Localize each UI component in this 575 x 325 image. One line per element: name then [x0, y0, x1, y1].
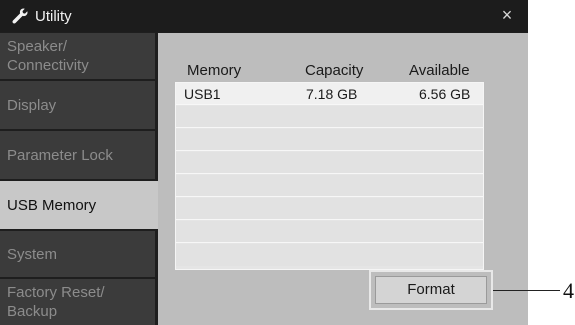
table-row[interactable]: [176, 175, 483, 197]
column-header-available: Available: [409, 62, 470, 79]
table-row[interactable]: [176, 129, 483, 151]
sidebar-item-label: Speaker/ Connectivity: [7, 38, 89, 74]
utility-window: Utility × Speaker/ Connectivity Display …: [0, 0, 528, 325]
table-row[interactable]: [176, 198, 483, 220]
capacity-cell: 7.18 GB: [306, 86, 358, 102]
callout-line: [493, 290, 560, 291]
sidebar-item-parameter-lock[interactable]: Parameter Lock: [0, 131, 155, 179]
table-row[interactable]: [176, 152, 483, 174]
table-row[interactable]: [176, 244, 483, 266]
table-row[interactable]: [176, 106, 483, 128]
sidebar-item-usb-memory[interactable]: USB Memory: [0, 181, 160, 229]
available-cell: 6.56 GB: [419, 86, 471, 102]
window-title: Utility: [35, 8, 72, 25]
sidebar-item-speaker-connectivity[interactable]: Speaker/ Connectivity: [0, 33, 155, 79]
column-header-capacity: Capacity: [305, 62, 364, 79]
sidebar-item-system[interactable]: System: [0, 231, 155, 277]
table-row[interactable]: USB1 7.18 GB 6.56 GB: [176, 83, 483, 105]
sidebar-item-label: USB Memory: [7, 196, 97, 214]
memory-table: USB1 7.18 GB 6.56 GB: [175, 82, 484, 270]
memory-cell: USB1: [184, 86, 221, 102]
column-header-memory: Memory: [187, 62, 242, 79]
table-row[interactable]: [176, 221, 483, 243]
sidebar-item-label: Parameter Lock: [7, 146, 113, 164]
format-button[interactable]: Format: [375, 276, 487, 304]
sidebar-item-label: Factory Reset/ Backup: [7, 284, 105, 320]
sidebar-item-label: Display: [7, 96, 57, 114]
sidebar-item-label: System: [7, 245, 58, 263]
callout-number: 4: [563, 278, 574, 303]
title-bar: Utility ×: [0, 0, 528, 32]
sidebar: Speaker/ Connectivity Display Parameter …: [0, 33, 160, 325]
sidebar-item-factory-reset-backup[interactable]: Factory Reset/ Backup: [0, 279, 155, 325]
format-button-highlight: Format: [369, 270, 493, 310]
wrench-icon: [12, 8, 28, 24]
sidebar-item-display[interactable]: Display: [0, 81, 155, 129]
close-icon[interactable]: ×: [496, 4, 518, 26]
